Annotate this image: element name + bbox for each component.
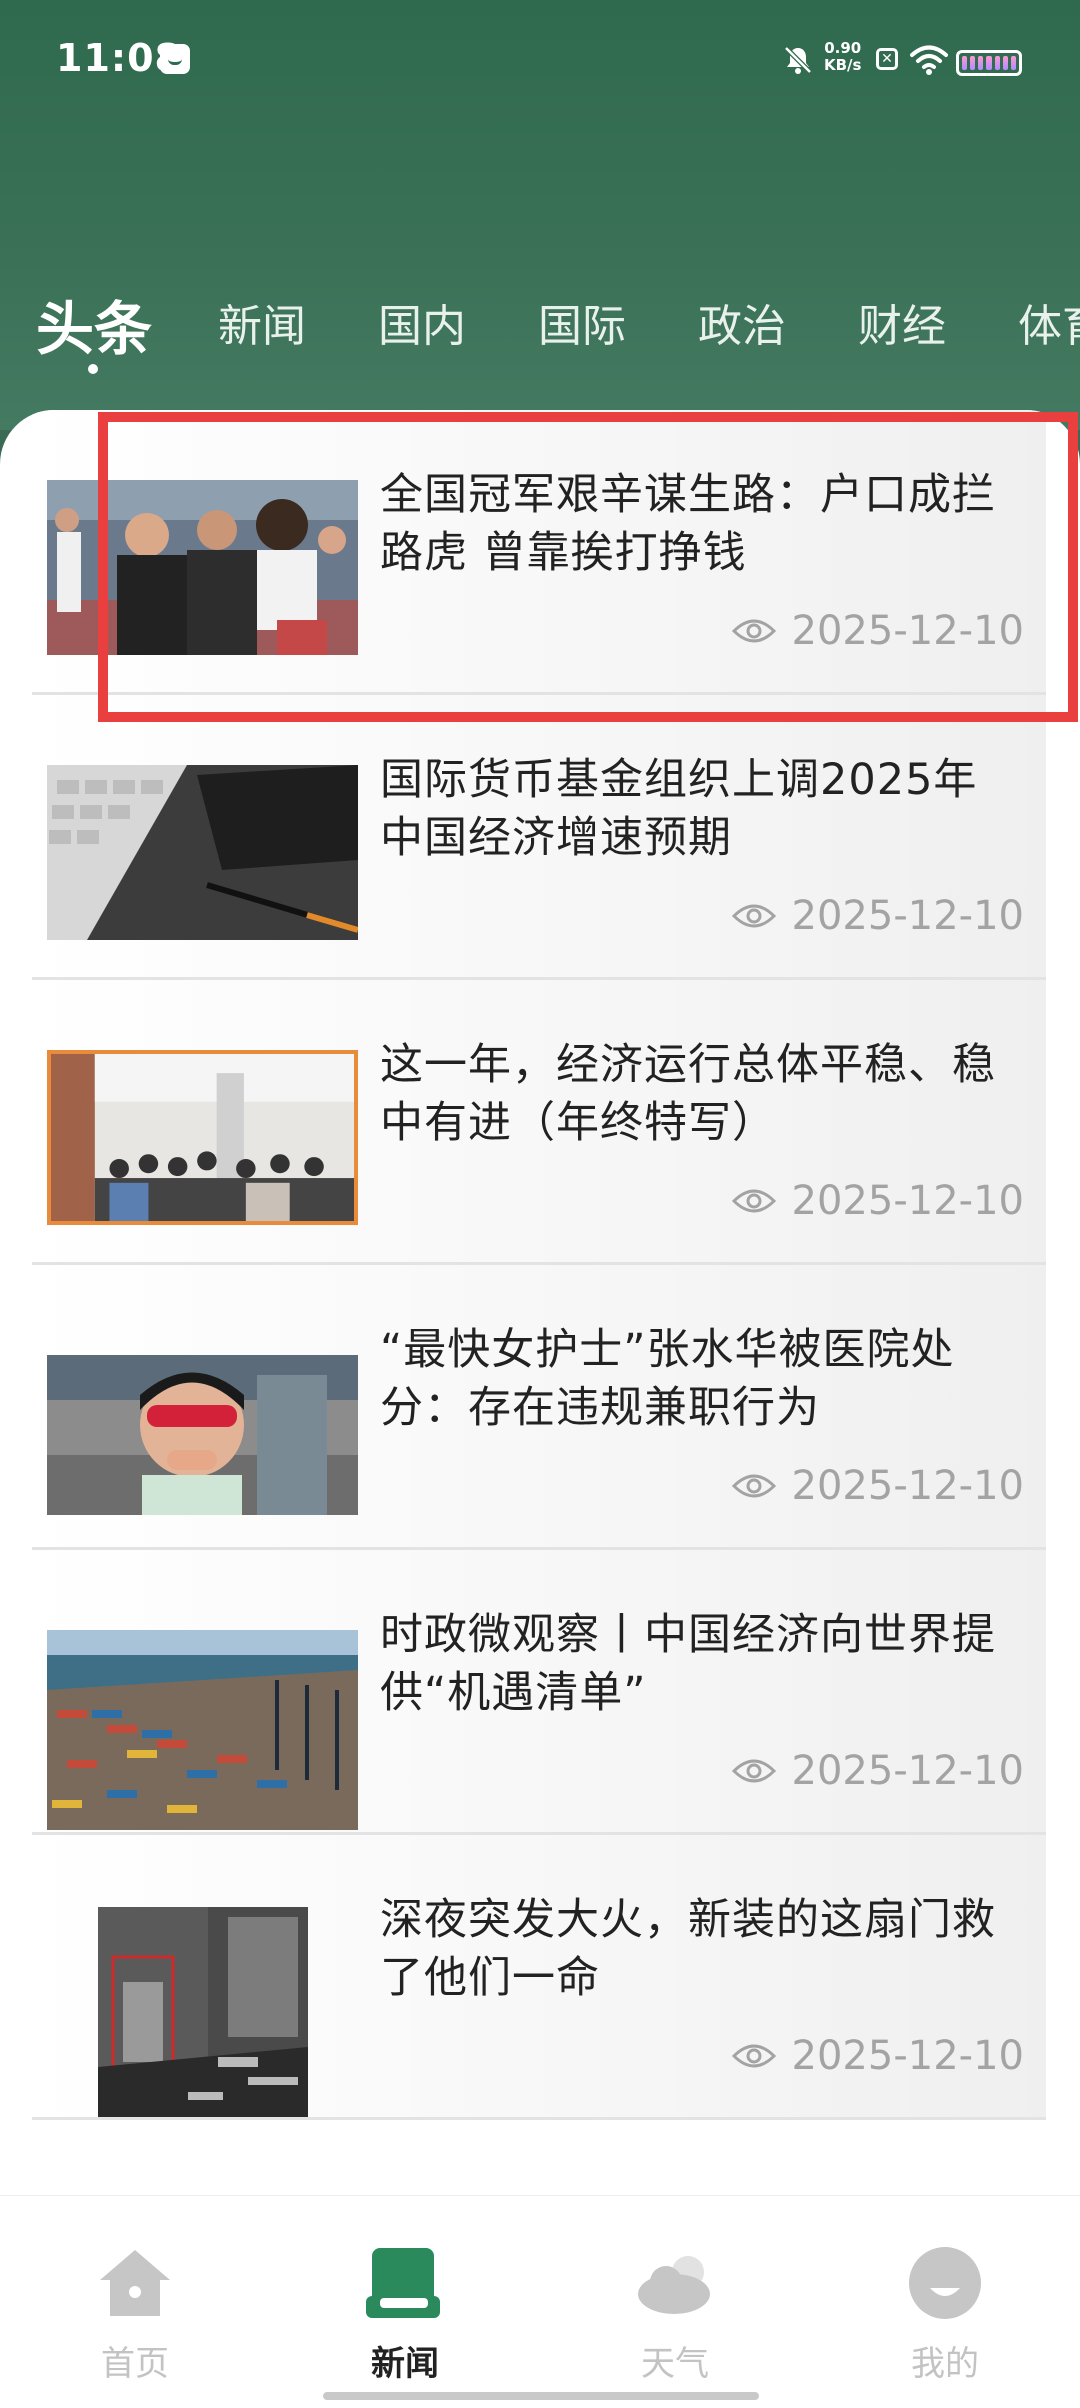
news-title: 深夜突发大火，新装的这扇门救了他们一命	[380, 1895, 996, 2003]
tab-headlines[interactable]: 头条	[36, 282, 152, 366]
nav-home[interactable]: 首页	[55, 2244, 215, 2385]
eye-icon	[731, 904, 776, 928]
tab-domestic[interactable]: 国内	[378, 290, 466, 354]
news-date: 2025-12-10	[791, 1178, 1024, 1224]
news-meta: 2025-12-10	[731, 1178, 1024, 1224]
active-tab-indicator	[88, 364, 98, 374]
news-title: 国际货币基金组织上调2025年中国经济增速预期	[380, 755, 978, 863]
news-meta: 2025-12-10	[731, 1748, 1024, 1794]
news-item[interactable]: 全国冠军艰辛谋生路：户口成拦路虎 曾靠挨打挣钱 2025-12-10	[32, 410, 1046, 695]
news-list-container[interactable]: 全国冠军艰辛谋生路：户口成拦路虎 曾靠挨打挣钱 2025-12-10 国际货币基…	[0, 410, 1080, 2200]
x-icon: ✕	[876, 48, 898, 70]
eye-icon	[731, 2044, 776, 2068]
nav-news-label: 新闻	[371, 2344, 439, 2384]
news-meta: 2025-12-10	[731, 608, 1024, 654]
news-meta: 2025-12-10	[731, 2033, 1024, 2079]
news-title: 这一年，经济运行总体平稳、稳中有进（年终特写）	[380, 1040, 996, 1148]
news-list: 全国冠军艰辛谋生路：户口成拦路虎 曾靠挨打挣钱 2025-12-10 国际货币基…	[0, 410, 1080, 2120]
eye-icon	[731, 1759, 776, 1783]
network-speed-value: 0.90	[824, 39, 862, 57]
nav-weather[interactable]: 天气	[595, 2244, 755, 2385]
eye-icon	[731, 1474, 776, 1498]
news-meta: 2025-12-10	[731, 893, 1024, 939]
news-thumbnail	[98, 1907, 308, 2117]
bottom-navigation: 首页 新闻 天气 我的	[0, 2195, 1080, 2408]
nav-home-label: 首页	[101, 2344, 169, 2384]
news-item[interactable]: 时政微观察丨中国经济向世界提供“机遇清单” 2025-12-10	[32, 1550, 1046, 1835]
news-date: 2025-12-10	[791, 893, 1024, 939]
nav-profile[interactable]: 我的	[865, 2244, 1025, 2385]
battery-icon	[956, 50, 1022, 76]
news-thumbnail	[47, 1050, 358, 1225]
tab-finance[interactable]: 财经	[858, 290, 946, 354]
eye-icon	[731, 619, 776, 643]
tab-sports[interactable]: 体育	[1018, 290, 1080, 354]
news-item[interactable]: 国际货币基金组织上调2025年中国经济增速预期 2025-12-10	[32, 695, 1046, 980]
nav-news[interactable]: 新闻	[325, 2244, 485, 2385]
nav-weather-label: 天气	[641, 2344, 709, 2384]
news-date: 2025-12-10	[791, 608, 1024, 654]
home-indicator[interactable]	[323, 2392, 759, 2400]
news-thumbnail	[47, 765, 358, 940]
network-speed: 0.90 KB/s	[824, 40, 861, 74]
news-meta: 2025-12-10	[731, 1463, 1024, 1509]
news-item[interactable]: 深夜突发大火，新装的这扇门救了他们一命 2025-12-10	[32, 1835, 1046, 2120]
nav-profile-label: 我的	[911, 2344, 979, 2384]
network-speed-unit: KB/s	[824, 56, 862, 74]
wifi-icon	[910, 45, 948, 75]
tab-international[interactable]: 国际	[538, 290, 626, 354]
news-title: “最快女护士”张水华被医院处分：存在违规兼职行为	[380, 1325, 955, 1433]
tab-news[interactable]: 新闻	[218, 290, 306, 354]
mute-icon	[784, 46, 812, 74]
home-icon	[100, 2250, 170, 2316]
news-thumbnail	[47, 1355, 358, 1515]
eye-icon	[731, 1189, 776, 1213]
status-bar: 11:08 0.90 KB/s ✕	[0, 0, 1080, 130]
news-title: 时政微观察丨中国经济向世界提供“机遇清单”	[380, 1610, 996, 1718]
news-date: 2025-12-10	[791, 2033, 1024, 2079]
news-thumbnail	[47, 1630, 358, 1830]
news-thumbnail	[47, 480, 358, 655]
news-title: 全国冠军艰辛谋生路：户口成拦路虎 曾靠挨打挣钱	[380, 470, 996, 578]
weather-icon	[638, 2256, 710, 2314]
news-date: 2025-12-10	[791, 1748, 1024, 1794]
tab-politics[interactable]: 政治	[698, 290, 786, 354]
news-icon	[366, 2248, 440, 2318]
news-item[interactable]: “最快女护士”张水华被医院处分：存在违规兼职行为 2025-12-10	[32, 1265, 1046, 1550]
news-date: 2025-12-10	[791, 1463, 1024, 1509]
header: 11:08 0.90 KB/s ✕ 头条 新闻 国内 国际 政治 财经 体	[0, 0, 1080, 430]
profile-icon	[909, 2247, 981, 2319]
category-tabs: 头条 新闻 国内 国际 政治 财经 体育	[0, 290, 1080, 380]
message-icon	[160, 44, 190, 74]
news-item[interactable]: 这一年，经济运行总体平稳、稳中有进（年终特写） 2025-12-10	[32, 980, 1046, 1265]
